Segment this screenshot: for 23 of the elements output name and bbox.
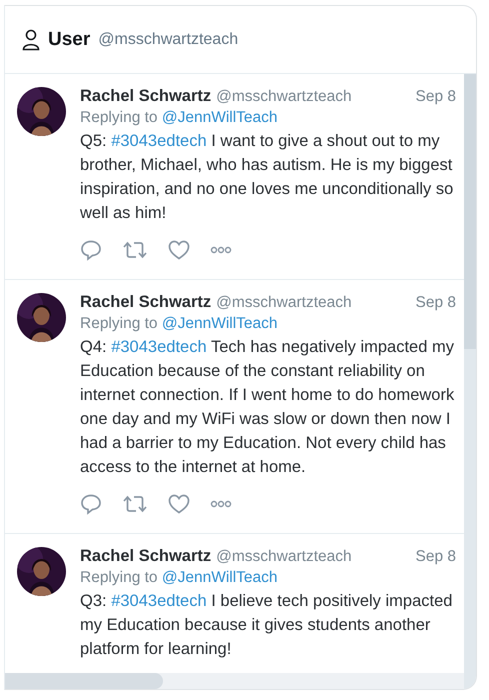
tweet-date[interactable]: Sep 8 — [415, 548, 456, 566]
header-title: User — [48, 28, 90, 50]
tweet-text: Q3: #3043edtech I believe tech positively impacted my Education because it gives students another platform for learning! — [80, 591, 454, 660]
author-name[interactable]: Rachel Schwartz — [80, 547, 212, 566]
mention-link[interactable]: @JennWillTeach — [162, 315, 278, 332]
replying-label: Replying to — [80, 315, 158, 332]
author-name[interactable]: Rachel Schwartz — [80, 293, 212, 312]
hashtag-link[interactable]: #3043edtech — [111, 132, 207, 150]
header-handle: @msschwartzteach — [98, 30, 238, 48]
replying-label: Replying to — [80, 569, 158, 586]
tweet-date[interactable]: Sep 8 — [415, 88, 456, 106]
tweet-date[interactable]: Sep 8 — [415, 294, 456, 312]
mention-link[interactable]: @JennWillTeach — [162, 569, 278, 586]
author-handle[interactable]: @msschwartzteach — [216, 88, 352, 106]
author-handle[interactable]: @msschwartzteach — [216, 294, 352, 312]
tweet-text: Q4: #3043edtech Tech has negatively impacted my Education because of the constant reliability on internet connection. If I went home to do homework one day and my WiFi was slow or down then now I had a barrier to my Education. Not every child has access to the internet at home. — [80, 337, 456, 478]
replying-label: Replying to — [80, 109, 158, 126]
hashtag-link[interactable]: #3043edtech — [111, 338, 207, 356]
tweet-text: Q5: #3043edtech I want to give a shout out to my brother, Michael, who has autism. He is my biggest inspiration, and no one loves me unconditionally so well as him! — [80, 131, 454, 224]
mention-link[interactable]: @JennWillTeach — [162, 109, 278, 126]
hashtag-link[interactable]: #3043edtech — [111, 592, 207, 610]
author-handle[interactable]: @msschwartzteach — [216, 548, 352, 566]
author-name[interactable]: Rachel Schwartz — [80, 87, 212, 106]
